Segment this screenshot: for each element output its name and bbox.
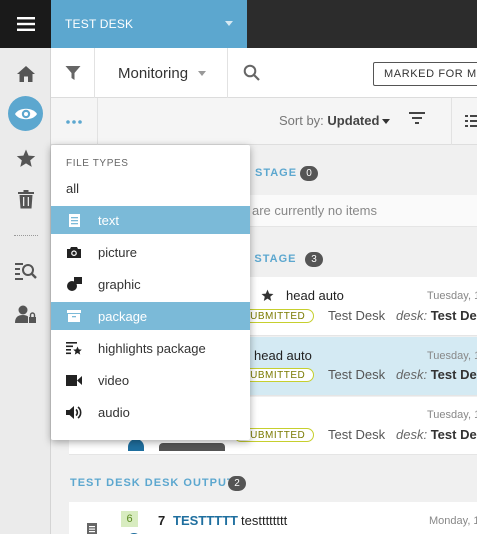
camera-icon: [65, 244, 83, 260]
eye-icon: [14, 108, 37, 119]
package-icon: [65, 308, 83, 324]
view-mode-button[interactable]: [465, 114, 477, 131]
chevron-down-icon: [225, 21, 233, 26]
sort-bar: Sort by: Updated: [51, 98, 477, 145]
item-desk: Test Desk: [328, 367, 386, 382]
dropdown-item-label: audio: [98, 405, 130, 420]
dropdown-item-highlights-package[interactable]: highlights package: [51, 334, 250, 362]
hamburger-icon: [16, 17, 35, 31]
item-desk-field: desk: Test Des: [396, 367, 477, 382]
chevron-down-icon: [198, 71, 206, 76]
more-options-button[interactable]: [51, 98, 98, 145]
group-title[interactable]: TEST DESK DESK OUTPUT: [70, 477, 235, 489]
text-icon: [87, 523, 97, 534]
dropdown-item-picture[interactable]: picture: [51, 238, 250, 266]
sort-value: Updated: [327, 113, 380, 128]
desk-label: desk:: [396, 308, 428, 323]
filter-icon: [65, 66, 80, 80]
item-timestamp: Tuesday, 1: [427, 290, 477, 302]
item-desk-field: desk: Test Des: [396, 308, 477, 323]
sidebar-item-highlights[interactable]: [0, 140, 51, 176]
desk-value: Test Des: [430, 308, 477, 323]
sidebar-item-user[interactable]: [0, 296, 51, 332]
desk-label: desk:: [396, 427, 428, 442]
desk-value: Test Des: [430, 367, 477, 382]
sidebar: [0, 48, 51, 534]
dropdown-item-audio[interactable]: audio: [51, 398, 250, 426]
dropdown-item-graphic[interactable]: graphic: [51, 270, 250, 298]
dropdown-heading: FILE TYPES: [66, 158, 129, 169]
list-view-icon: [465, 115, 477, 127]
version-badge: 6: [121, 511, 138, 527]
toolbar-divider: [227, 48, 228, 98]
marked-for-me-button[interactable]: MARKED FOR ME: [373, 62, 477, 86]
chevron-down-icon: [382, 119, 390, 124]
item-desk: Test Desk: [328, 427, 386, 442]
list-item[interactable]: 6 7 TESTTTTT testttttttt Monday, 1: [69, 502, 477, 534]
desk-selector-label: TEST DESK: [65, 17, 134, 31]
text-icon: [65, 212, 83, 228]
dropdown-item-label: text: [98, 213, 119, 228]
sort-lines-icon: [409, 112, 425, 124]
monitoring-toolbar: Monitoring MARKED FOR ME: [51, 48, 477, 98]
star-icon: [261, 289, 274, 301]
item-tag: [159, 443, 225, 451]
item-number: 7: [158, 513, 166, 528]
search-icon: [243, 64, 260, 81]
trash-icon: [17, 189, 34, 208]
audio-icon: [65, 404, 83, 420]
dropdown-item-label: video: [98, 373, 130, 388]
graphic-icon: [65, 276, 83, 292]
file-type-filter-dropdown: FILE TYPES all text picture graphic pack…: [51, 145, 250, 440]
search-button[interactable]: [243, 64, 260, 84]
group-count: 0: [300, 166, 318, 181]
item-desk-field: desk: Test Des: [396, 427, 477, 442]
dropdown-item-label: graphic: [98, 277, 141, 292]
sidebar-item-home[interactable]: [0, 56, 51, 92]
empty-text: are currently no items: [252, 203, 377, 218]
item-timestamp: Tuesday, 1: [427, 409, 477, 421]
group-count: 3: [305, 252, 323, 267]
item-headline: testttttttt: [241, 513, 288, 528]
desk-value: Test Des: [430, 427, 477, 442]
item-headline: head auto: [254, 348, 312, 363]
video-icon: [65, 372, 83, 388]
dropdown-item-label: picture: [98, 245, 138, 260]
search-list-icon: [14, 263, 37, 280]
dropdown-item-all[interactable]: all: [51, 174, 250, 202]
user-lock-icon: [14, 305, 36, 323]
item-timestamp: Monday, 1: [429, 515, 477, 527]
sidebar-item-global-search[interactable]: [0, 254, 51, 290]
dropdown-item-label: package: [98, 309, 148, 324]
dropdown-item-package[interactable]: package: [51, 302, 250, 330]
sort-bar-divider: [451, 98, 452, 145]
item-state-indicator: [128, 439, 144, 451]
star-icon: [16, 149, 35, 167]
group-count: 2: [228, 476, 246, 491]
menu-button[interactable]: [0, 0, 51, 48]
dropdown-item-label: highlights package: [98, 341, 206, 356]
item-slug: TESTTTTT: [173, 513, 238, 528]
item-headline: head auto: [286, 288, 344, 303]
item-timestamp: Tuesday, 1: [427, 350, 477, 362]
group-title[interactable]: STAGE: [255, 167, 297, 179]
desk-label: desk:: [396, 367, 428, 382]
sort-prefix: Sort by:: [279, 113, 324, 128]
sort-selector[interactable]: Sort by: Updated: [279, 113, 379, 128]
sort-direction-button[interactable]: [409, 111, 425, 128]
view-selector[interactable]: Monitoring: [118, 65, 188, 82]
group-title[interactable]: E STAGE: [242, 253, 296, 265]
dropdown-item-label: all: [66, 181, 80, 196]
dropdown-item-video[interactable]: video: [51, 366, 250, 394]
sidebar-divider: [14, 235, 38, 236]
sidebar-item-monitoring[interactable]: [8, 96, 43, 131]
sidebar-item-spike[interactable]: [0, 181, 51, 217]
home-icon: [16, 66, 35, 82]
filter-toggle-button[interactable]: [51, 48, 95, 98]
item-desk: Test Desk: [328, 308, 386, 323]
dropdown-item-text[interactable]: text: [51, 206, 250, 234]
desk-selector[interactable]: TEST DESK: [51, 0, 247, 48]
highlights-icon: [65, 340, 83, 356]
more-dots-icon: [66, 119, 82, 124]
